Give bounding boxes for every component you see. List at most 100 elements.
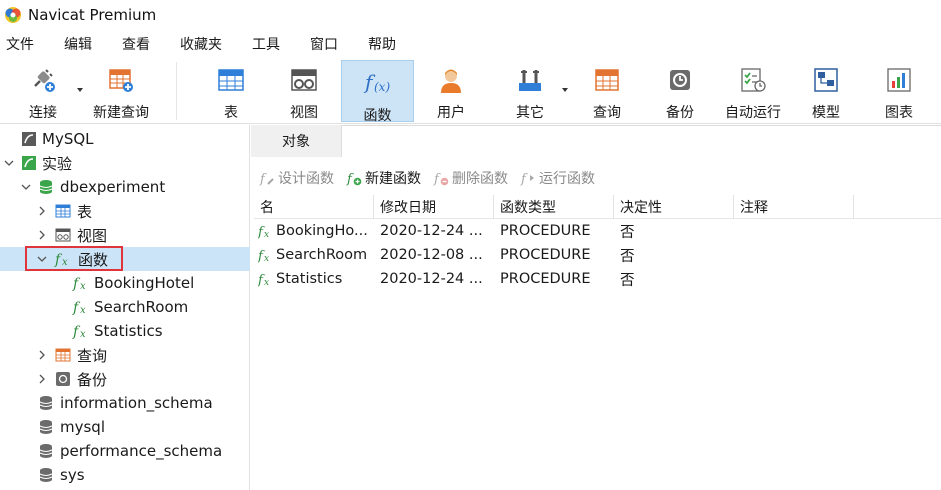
grid-header: 名 修改日期 函数类型 决定性 注释 — [254, 195, 941, 219]
query-button[interactable]: 查询 — [582, 60, 632, 122]
table-label: 表 — [224, 105, 238, 121]
chart-label: 图表 — [885, 105, 913, 121]
user-icon — [436, 66, 466, 94]
connect-dropdown-caret[interactable] — [77, 88, 83, 92]
svg-text:x: x — [264, 230, 269, 239]
function-icon: fx — [258, 225, 269, 239]
tree-label: 视图 — [77, 226, 108, 245]
automation-button[interactable]: 自动运行 — [720, 60, 786, 122]
chart-button[interactable]: 图表 — [873, 60, 925, 122]
function-icon: fx — [72, 299, 92, 315]
tree-label: performance_schema — [60, 442, 223, 460]
other-button[interactable]: 其它 — [505, 60, 555, 122]
table-row[interactable]: fx BookingHo... 2020-12-24 ... PROCEDURE… — [254, 219, 941, 243]
svg-text:x: x — [80, 329, 86, 339]
new-function-button[interactable]: f 新建函数 — [346, 168, 421, 188]
toolbar: 连接 新建查询 表 视图 f (x) 函数 用户 其它 查询 备份 自动运行 模… — [0, 58, 941, 124]
tree-label: mysql — [60, 418, 105, 436]
menu-bar: 文件 编辑 查看 收藏夹 工具 窗口 帮助 — [0, 31, 941, 57]
backup-button[interactable]: 备份 — [655, 60, 705, 122]
chevron-right-icon[interactable] — [36, 349, 48, 361]
tree-item-queries[interactable]: 查询 — [0, 343, 250, 367]
row-comment — [740, 243, 854, 267]
new-function-label: 新建函数 — [365, 171, 421, 187]
function-icon: fx — [72, 323, 92, 339]
tree-item-backups[interactable]: 备份 — [0, 367, 250, 391]
tree-item-information-schema[interactable]: information_schema — [0, 391, 250, 415]
menu-help[interactable]: 帮助 — [362, 34, 408, 54]
tree-item-dbexperiment[interactable]: dbexperiment — [0, 175, 250, 199]
menu-window[interactable]: 窗口 — [304, 34, 350, 54]
table-row[interactable]: fx SearchRoom 2020-12-08 ... PROCEDURE 否 — [254, 243, 941, 267]
column-header-name[interactable]: 名 — [254, 195, 374, 219]
svg-text:f: f — [346, 172, 354, 186]
table-button[interactable]: 表 — [206, 60, 256, 122]
tree-label: Statistics — [94, 322, 163, 340]
chevron-down-icon[interactable] — [3, 157, 15, 169]
connect-button[interactable]: 连接 — [18, 60, 68, 122]
svg-text:f: f — [259, 172, 267, 186]
menu-edit[interactable]: 编辑 — [58, 34, 104, 54]
title-bar: Navicat Premium — [0, 0, 941, 30]
menu-tools[interactable]: 工具 — [246, 34, 292, 54]
tree-label: sys — [60, 466, 85, 484]
menu-view[interactable]: 查看 — [116, 34, 162, 54]
chevron-down-icon[interactable] — [20, 181, 32, 193]
tree-item-performance-schema[interactable]: performance_schema — [0, 439, 250, 463]
menu-file[interactable]: 文件 — [0, 34, 46, 54]
query-icon — [55, 347, 71, 363]
tree-label: 备份 — [77, 370, 108, 389]
delete-function-button[interactable]: f 删除函数 — [433, 168, 508, 188]
menu-favorites[interactable]: 收藏夹 — [174, 34, 234, 54]
new-query-button[interactable]: 新建查询 — [88, 60, 154, 122]
design-function-label: 设计函数 — [278, 171, 334, 187]
database-icon — [38, 467, 54, 483]
object-tab-bar: 对象 — [251, 125, 941, 157]
navicat-logo-icon — [5, 7, 21, 23]
function-icon: fx — [258, 249, 269, 263]
chart-icon — [884, 66, 914, 94]
tree-item-function-bookinghotel[interactable]: fx BookingHotel — [0, 271, 250, 295]
tree-item-views[interactable]: 视图 — [0, 223, 250, 247]
other-dropdown-caret[interactable] — [562, 88, 568, 92]
svg-text:x: x — [80, 305, 86, 315]
tree-item-sys[interactable]: sys — [0, 463, 250, 487]
table-row[interactable]: fx Statistics 2020-12-24 ... PROCEDURE 否 — [254, 267, 941, 291]
row-type: PROCEDURE — [500, 223, 591, 239]
column-header-comment[interactable]: 注释 — [734, 195, 854, 219]
user-button[interactable]: 用户 — [425, 60, 477, 122]
chevron-right-icon[interactable] — [36, 205, 48, 217]
column-header-type[interactable]: 函数类型 — [494, 195, 614, 219]
column-header-deterministic[interactable]: 决定性 — [614, 195, 734, 219]
function-button[interactable]: f (x) 函数 — [341, 60, 414, 124]
tree-item-experiment-connection[interactable]: 实验 — [0, 151, 250, 175]
mysql-connection-icon — [21, 131, 37, 147]
chevron-right-icon[interactable] — [36, 229, 48, 241]
tree-item-tables[interactable]: 表 — [0, 199, 250, 223]
row-date: 2020-12-24 ... — [380, 223, 483, 239]
tree-item-function-statistics[interactable]: fx Statistics — [0, 319, 250, 343]
object-action-bar: f 设计函数 f 新建函数 f 删除函数 f 运行函数 — [251, 164, 941, 192]
table-icon — [55, 203, 71, 219]
row-type: PROCEDURE — [500, 247, 591, 263]
tree-label: 表 — [77, 202, 93, 221]
run-function-label: 运行函数 — [539, 171, 595, 187]
run-function-button[interactable]: f 运行函数 — [520, 168, 595, 188]
chevron-right-icon[interactable] — [36, 373, 48, 385]
user-label: 用户 — [437, 105, 465, 121]
model-button[interactable]: 模型 — [801, 60, 851, 122]
run-function-icon: f — [520, 170, 536, 186]
connection-tree: MySQL 实验 dbexperiment 表 视图 fx 函数 f x Boo… — [0, 125, 250, 490]
tree-item-mysql-db[interactable]: mysql — [0, 415, 250, 439]
database-icon — [38, 419, 54, 435]
tree-item-mysql-connection[interactable]: MySQL — [0, 127, 250, 151]
tab-objects[interactable]: 对象 — [251, 125, 341, 157]
table-icon — [216, 66, 246, 94]
tree-item-function-searchroom[interactable]: fx SearchRoom — [0, 295, 250, 319]
svg-text:(x): (x) — [374, 80, 390, 94]
design-function-button[interactable]: f 设计函数 — [259, 168, 334, 188]
column-header-modified[interactable]: 修改日期 — [374, 195, 494, 219]
tab-bar-empty-area — [341, 125, 941, 157]
view-button[interactable]: 视图 — [278, 60, 330, 122]
svg-text:x: x — [264, 278, 269, 287]
